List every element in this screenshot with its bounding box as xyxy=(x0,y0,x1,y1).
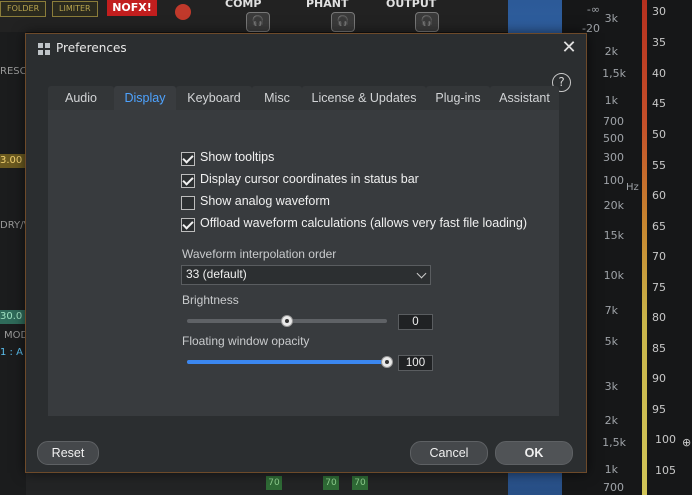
preferences-dialog: Preferences ✕ ? Audio Display Keyboard M… xyxy=(25,33,587,473)
db-label: 60 xyxy=(652,189,666,202)
cursor-coordinates-checkbox[interactable] xyxy=(181,174,195,188)
freq-label: 100 xyxy=(603,174,624,187)
freq-label: 2k xyxy=(604,45,618,58)
db-label: 40 xyxy=(652,67,666,80)
db-label: 100 xyxy=(655,433,676,446)
folder-tag[interactable]: FOLDER xyxy=(0,1,47,17)
freq-label: 1,5k xyxy=(602,436,626,449)
db-label: 90 xyxy=(652,372,666,385)
db-label: 85 xyxy=(652,342,666,355)
tab-misc[interactable]: Misc xyxy=(252,86,302,110)
headphones-icon[interactable]: 🎧 xyxy=(331,12,355,32)
freq-label: 15k xyxy=(603,229,624,242)
strip-value: 1 : A xyxy=(0,347,23,358)
freq-label: 1,5k xyxy=(602,67,626,80)
interpolation-value: 33 (default) xyxy=(186,267,247,281)
freq-label: 7k xyxy=(604,304,618,317)
freq-label: 20k xyxy=(603,199,624,212)
reset-button[interactable]: Reset xyxy=(37,441,99,465)
checkbox-label: Offload waveform calculations (allows ve… xyxy=(200,216,527,230)
analog-waveform-checkbox[interactable] xyxy=(181,196,195,210)
db-label: 80 xyxy=(652,311,666,324)
db-label: 105 xyxy=(655,464,676,477)
freq-label: 700 xyxy=(603,481,624,494)
slider-handle[interactable] xyxy=(281,315,293,327)
output-label: OUTPUT xyxy=(386,0,437,10)
opacity-slider[interactable] xyxy=(187,356,393,368)
headphones-icon[interactable]: 🎧 xyxy=(246,12,270,32)
meter-value: 70 xyxy=(266,476,282,490)
checkbox-label: Show tooltips xyxy=(200,150,275,164)
strip-value: 3.00 xyxy=(0,154,26,168)
tab-plug-ins[interactable]: Plug-ins xyxy=(426,86,490,110)
show-tooltips-checkbox[interactable] xyxy=(181,152,195,166)
db-label: 65 xyxy=(652,220,666,233)
freq-label: -∞ xyxy=(586,3,600,16)
slider-handle[interactable] xyxy=(381,356,393,368)
brightness-slider[interactable] xyxy=(187,315,387,327)
dialog-footer: Reset Cancel OK xyxy=(26,431,586,472)
freq-label: 2k xyxy=(604,414,618,427)
ok-button[interactable]: OK xyxy=(495,441,573,465)
opacity-label: Floating window opacity xyxy=(182,334,310,348)
comp-label: COMP xyxy=(225,0,262,10)
brightness-value[interactable]: 0 xyxy=(398,314,433,330)
opacity-value[interactable]: 100 xyxy=(398,355,433,371)
tab-license-updates[interactable]: License & Updates xyxy=(302,86,426,110)
checkbox-label: Show analog waveform xyxy=(200,194,330,208)
db-label: 45 xyxy=(652,97,666,110)
checkbox-label: Display cursor coordinates in status bar xyxy=(200,172,419,186)
left-strip: RESC 3.00 DRY/V 30.0 MOD 1 : A xyxy=(0,32,30,495)
freq-label: 10k xyxy=(603,269,624,282)
dialog-title-bar[interactable]: Preferences ✕ xyxy=(26,34,586,62)
strip-value: 30.0 xyxy=(0,310,26,324)
freq-label: 300 xyxy=(603,151,624,164)
app-grid-icon xyxy=(38,43,50,55)
limiter-tag[interactable]: LIMITER xyxy=(52,1,98,17)
brightness-label: Brightness xyxy=(182,293,239,307)
meter-value: 70 xyxy=(323,476,339,490)
cancel-button[interactable]: Cancel xyxy=(410,441,488,465)
tab-keyboard[interactable]: Keyboard xyxy=(176,86,252,110)
close-icon[interactable]: ✕ xyxy=(558,37,580,59)
interpolation-label: Waveform interpolation order xyxy=(182,247,337,261)
phant-label: PHANT xyxy=(306,0,349,10)
knob-icon[interactable] xyxy=(175,4,191,20)
slider-fill xyxy=(187,360,387,364)
tab-display[interactable]: Display xyxy=(114,86,176,110)
plus-icon[interactable]: ⊕ xyxy=(682,436,691,449)
hz-label: Hz xyxy=(626,182,639,193)
freq-label: 1k xyxy=(604,94,618,107)
level-meter xyxy=(642,0,647,495)
db-label: 75 xyxy=(652,281,666,294)
chevron-down-icon xyxy=(416,268,427,279)
db-label: 30 xyxy=(652,5,666,18)
interpolation-select[interactable]: 33 (default) xyxy=(181,265,431,285)
offload-waveform-checkbox[interactable] xyxy=(181,218,195,232)
tab-assistant[interactable]: Assistant xyxy=(490,86,559,110)
freq-label: 500 xyxy=(603,132,624,145)
tab-audio[interactable]: Audio xyxy=(48,86,114,110)
mixer-header: FOLDER LIMITER NOFX! COMP PHANT OUTPUT 🎧… xyxy=(0,0,508,33)
db-label: 35 xyxy=(652,36,666,49)
meter-value: 70 xyxy=(352,476,368,490)
freq-label: 5k xyxy=(604,335,618,348)
db-label: 95 xyxy=(652,403,666,416)
db-label: 50 xyxy=(652,128,666,141)
freq-label: 3k xyxy=(604,12,618,25)
nofx-button[interactable]: NOFX! xyxy=(107,0,157,16)
display-settings-panel: Show tooltips Display cursor coordinates… xyxy=(48,110,559,416)
dialog-title: Preferences xyxy=(56,41,127,55)
freq-label: 3k xyxy=(604,380,618,393)
headphones-icon[interactable]: 🎧 xyxy=(415,12,439,32)
freq-label: 700 xyxy=(603,115,624,128)
db-label: 55 xyxy=(652,159,666,172)
freq-label: 1k xyxy=(604,463,618,476)
db-label: 70 xyxy=(652,250,666,263)
strip-label: RESC xyxy=(0,66,27,77)
